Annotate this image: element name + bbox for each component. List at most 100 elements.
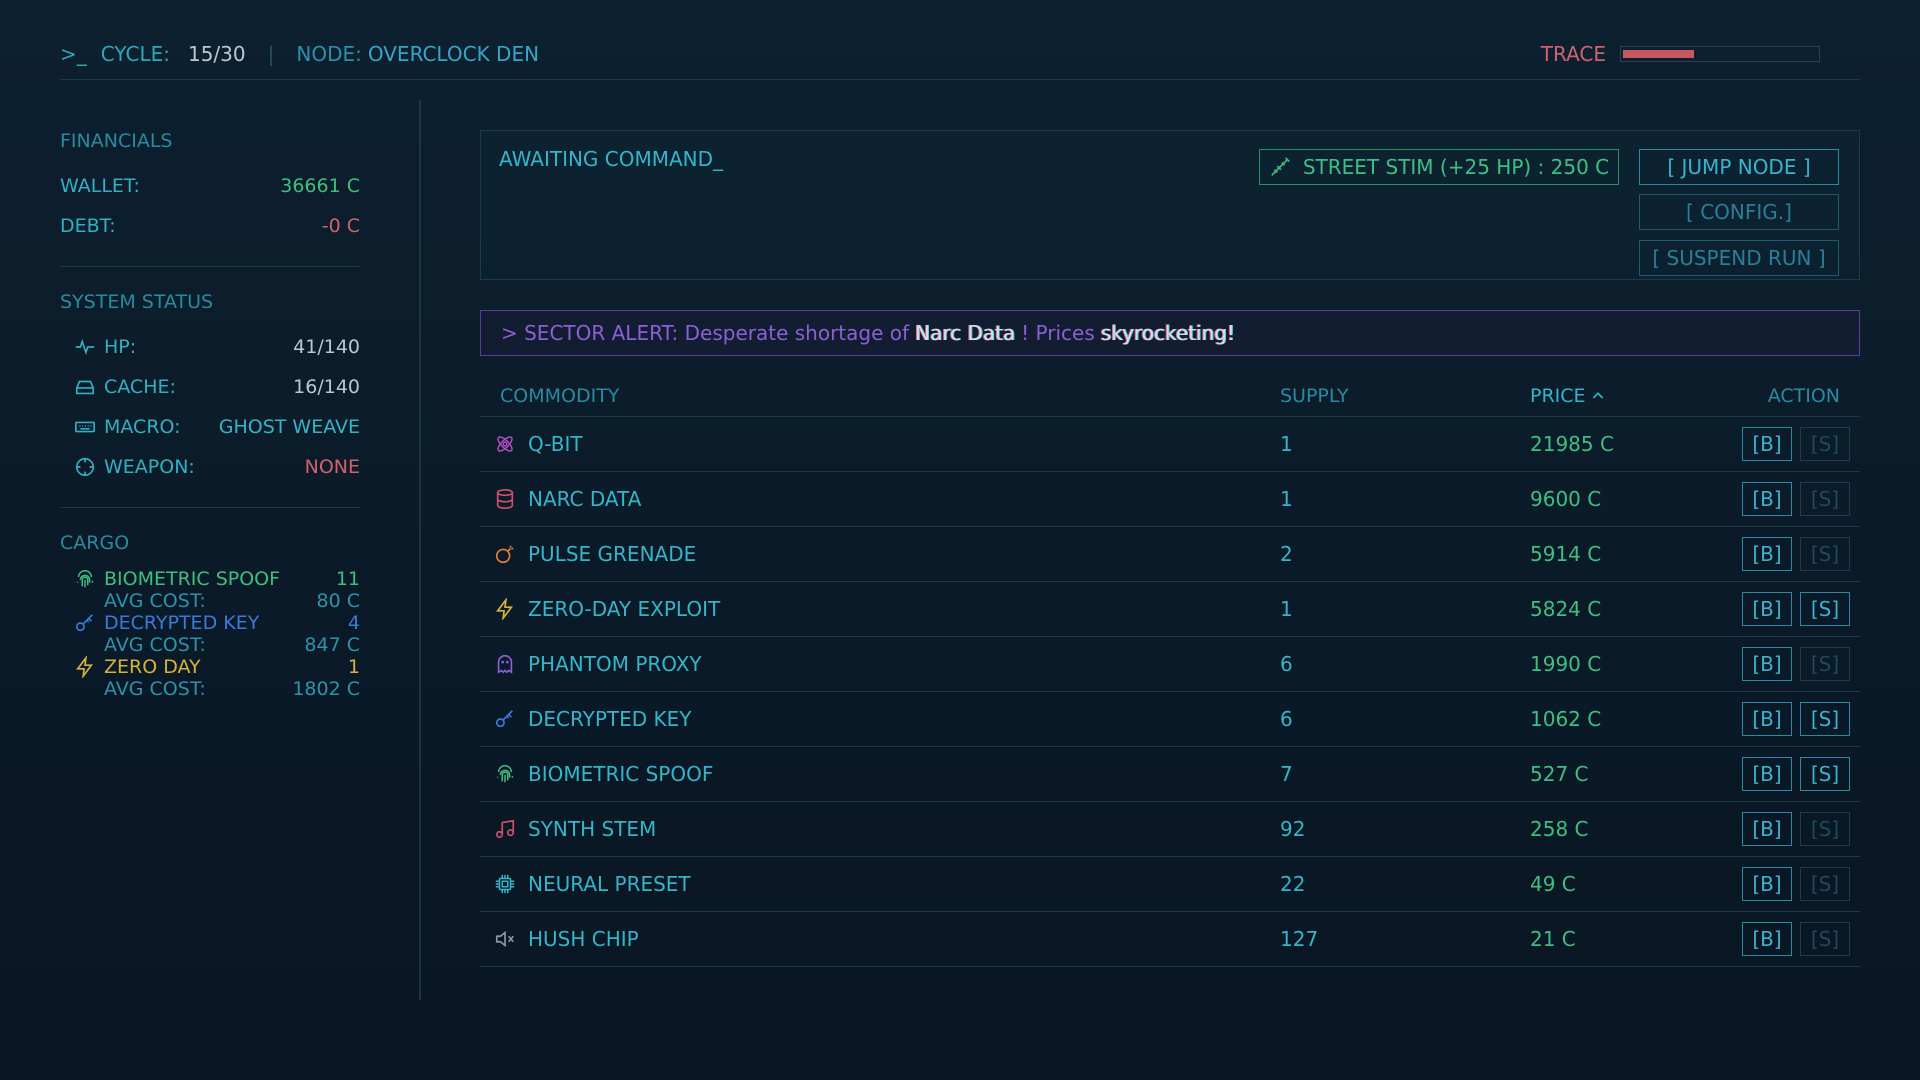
cargo-avg-value: 1802 C xyxy=(292,678,360,700)
supply-value: 6 xyxy=(1280,652,1293,676)
buy-button[interactable]: [B] xyxy=(1742,702,1792,736)
table-row: DECRYPTED KEY 6 1062 C [B] [S] xyxy=(480,692,1860,747)
cycle-value: 15/30 xyxy=(187,41,246,66)
price-value: 5824 C xyxy=(1530,597,1602,621)
cargo-avg-value: 80 C xyxy=(316,590,360,612)
sell-button[interactable]: [S] xyxy=(1800,592,1850,626)
price-value: 21985 C xyxy=(1530,432,1614,456)
supply-value: 2 xyxy=(1280,542,1293,566)
cargo-avg-label: AVG COST: xyxy=(104,590,206,612)
sector-alert: > SECTOR ALERT: Desperate shortage of Na… xyxy=(480,310,1860,356)
cargo-item-qty: 4 xyxy=(347,612,360,634)
commodity-name: BIOMETRIC SPOOF xyxy=(528,762,714,786)
cargo-list: BIOMETRIC SPOOF 11 AVG COST: 80 C DECRYP… xyxy=(60,568,360,700)
price-header[interactable]: PRICE xyxy=(1530,385,1730,407)
database-icon xyxy=(494,488,528,510)
sell-button[interactable]: [S] xyxy=(1800,702,1850,736)
sell-button[interactable]: [S] xyxy=(1800,482,1850,516)
sell-button[interactable]: [S] xyxy=(1800,922,1850,956)
table-row: BIOMETRIC SPOOF 7 527 C [B] [S] xyxy=(480,747,1860,802)
market-table: COMMODITY SUPPLY PRICE ACTION Q-BIT 1 21… xyxy=(480,375,1860,967)
cargo-item-qty: 1 xyxy=(347,656,360,678)
suspend-run-button[interactable]: [ SUSPEND RUN ] xyxy=(1639,240,1839,276)
alert-item: Narc Data xyxy=(915,321,1016,345)
commodity-name: NEURAL PRESET xyxy=(528,872,691,896)
supply-header[interactable]: SUPPLY xyxy=(1280,385,1530,407)
cargo-avg-value: 847 C xyxy=(304,634,360,656)
table-row: PULSE GRENADE 2 5914 C [B] [S] xyxy=(480,527,1860,582)
cargo-item-name: DECRYPTED KEY xyxy=(104,612,260,634)
table-row: HUSH CHIP 127 21 C [B] [S] xyxy=(480,912,1860,967)
commodity-name: NARC DATA xyxy=(528,487,642,511)
bomb-icon xyxy=(494,543,528,565)
separator: | xyxy=(267,41,275,66)
commodity-name: DECRYPTED KEY xyxy=(528,707,692,731)
price-value: 1990 C xyxy=(1530,652,1602,676)
table-row: SYNTH STEM 92 258 C [B] [S] xyxy=(480,802,1860,857)
cargo-item: DECRYPTED KEY 4 AVG COST: 847 C xyxy=(60,612,360,656)
sell-button[interactable]: [S] xyxy=(1800,867,1850,901)
buy-button[interactable]: [B] xyxy=(1742,867,1792,901)
buy-button[interactable]: [B] xyxy=(1742,482,1792,516)
price-value: 527 C xyxy=(1530,762,1589,786)
commodity-name: Q-BIT xyxy=(528,432,583,456)
commodity-name: ZERO-DAY EXPLOIT xyxy=(528,597,721,621)
sidebar-divider xyxy=(419,100,421,1000)
cargo-avg-cost: AVG COST: 1802 C xyxy=(74,678,360,700)
weapon-value: NONE xyxy=(304,456,360,478)
divider xyxy=(60,266,360,267)
commodity-header[interactable]: COMMODITY xyxy=(480,385,1280,407)
buy-button[interactable]: [B] xyxy=(1742,922,1792,956)
crosshair-icon xyxy=(75,457,95,477)
fingerprint-icon xyxy=(494,763,528,785)
mute-icon xyxy=(494,928,528,950)
sell-button[interactable]: [S] xyxy=(1800,812,1850,846)
sell-button[interactable]: [S] xyxy=(1800,757,1850,791)
street-stim-button[interactable]: STREET STIM (+25 HP) : 250 C xyxy=(1259,149,1619,185)
sell-button[interactable]: [S] xyxy=(1800,647,1850,681)
buy-button[interactable]: [B] xyxy=(1742,427,1792,461)
alert-end: skyrocketing! xyxy=(1100,321,1235,345)
chevron-up-icon xyxy=(1592,391,1603,399)
cargo-line: DECRYPTED KEY 4 xyxy=(74,612,360,634)
bolt-icon xyxy=(494,598,528,620)
table-row: Q-BIT 1 21985 C [B] [S] xyxy=(480,417,1860,472)
trace-label: TRACE xyxy=(1540,41,1606,66)
cache-value: 16/140 xyxy=(293,376,360,398)
macro-row: MACRO: GHOST WEAVE xyxy=(60,407,360,447)
price-value: 1062 C xyxy=(1530,707,1602,731)
sell-button[interactable]: [S] xyxy=(1800,427,1850,461)
buy-button[interactable]: [B] xyxy=(1742,757,1792,791)
cargo-avg-cost: AVG COST: 847 C xyxy=(74,634,360,656)
trace-bar xyxy=(1620,45,1820,62)
supply-value: 22 xyxy=(1280,872,1306,896)
supply-value: 1 xyxy=(1280,487,1293,511)
chip-icon xyxy=(494,873,528,895)
debt-value: -0 C xyxy=(321,215,360,237)
buy-button[interactable]: [B] xyxy=(1742,812,1792,846)
table-row: NEURAL PRESET 22 49 C [B] [S] xyxy=(480,857,1860,912)
cargo-item-qty: 11 xyxy=(335,568,360,590)
wallet-row: WALLET: 36661 C xyxy=(60,166,360,206)
cargo-title: CARGO xyxy=(60,532,130,554)
commodity-name: PHANTOM PROXY xyxy=(528,652,702,676)
buy-button[interactable]: [B] xyxy=(1742,537,1792,571)
cache-label: CACHE: xyxy=(104,376,176,398)
sidebar: FINANCIALS WALLET: 36661 C DEBT: -0 C SY… xyxy=(60,100,360,1000)
price-value: 9600 C xyxy=(1530,487,1602,511)
price-value: 21 C xyxy=(1530,927,1576,951)
jump-node-button[interactable]: [ JUMP NODE ] xyxy=(1639,149,1839,185)
cargo-avg-cost: AVG COST: 80 C xyxy=(74,590,360,612)
table-body: Q-BIT 1 21985 C [B] [S] NARC DATA 1 9600… xyxy=(480,417,1860,967)
hp-row: HP: 41/140 xyxy=(60,327,360,367)
supply-value: 92 xyxy=(1280,817,1306,841)
trace-meter: TRACE xyxy=(1541,42,1820,66)
cargo-avg-label: AVG COST: xyxy=(104,634,206,656)
financials-title: FINANCIALS xyxy=(60,130,173,152)
buy-button[interactable]: [B] xyxy=(1742,647,1792,681)
sell-button[interactable]: [S] xyxy=(1800,537,1850,571)
cargo-item-name: BIOMETRIC SPOOF xyxy=(104,568,281,590)
config-button[interactable]: [ CONFIG.] xyxy=(1639,194,1839,230)
top-bar: >_ CYCLE: 15/30 | NODE: OVERCLOCK DEN TR… xyxy=(60,28,1860,80)
buy-button[interactable]: [B] xyxy=(1742,592,1792,626)
